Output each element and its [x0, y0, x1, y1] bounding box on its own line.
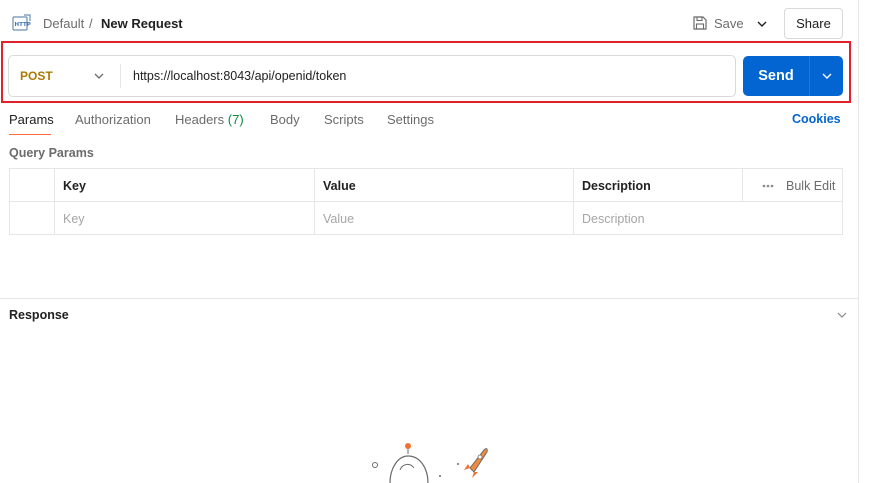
svg-text:HTTP: HTTP	[15, 22, 31, 28]
tab-body[interactable]: Body	[270, 112, 300, 127]
http-icon: HTTP	[12, 14, 31, 31]
chevron-down-icon	[94, 73, 104, 79]
collapse-chevron-icon[interactable]	[836, 309, 848, 321]
request-url-bar: POST https://localhost:8043/api/openid/t…	[8, 55, 736, 97]
row-checkbox-cell[interactable]	[10, 202, 54, 235]
tab-headers[interactable]: Headers (7)	[175, 112, 244, 127]
url-input[interactable]: https://localhost:8043/api/openid/token	[133, 56, 346, 96]
send-button[interactable]: Send	[743, 56, 809, 96]
column-header-key: Key	[63, 178, 86, 193]
param-key-input[interactable]: Key	[54, 202, 314, 235]
headers-count-badge: (7)	[227, 112, 244, 127]
column-header-value: Value	[323, 178, 356, 193]
send-button-group: Send	[743, 56, 843, 96]
chevron-down-icon	[822, 73, 831, 79]
column-header-description: Description	[582, 178, 651, 193]
save-button[interactable]: Save	[692, 10, 744, 36]
active-tab-indicator	[9, 134, 51, 135]
save-label: Save	[714, 15, 744, 31]
method-divider	[120, 64, 121, 88]
cookies-link[interactable]: Cookies	[792, 112, 841, 126]
method-label: POST	[20, 69, 53, 83]
response-divider[interactable]	[0, 298, 858, 299]
astronaut-rocket-illustration	[372, 443, 488, 483]
more-horizontal-icon	[762, 184, 774, 187]
table-header-row: Key Value Description Bulk Edit	[10, 169, 842, 202]
tab-params[interactable]: Params	[9, 112, 54, 127]
tab-headers-label: Headers	[175, 112, 225, 127]
request-title[interactable]: New Request	[101, 16, 183, 31]
response-title: Response	[9, 308, 69, 322]
share-button[interactable]: Share	[784, 8, 843, 39]
breadcrumb-separator: /	[89, 16, 93, 31]
param-description-input[interactable]: Description	[573, 202, 842, 235]
param-value-input[interactable]: Value	[314, 202, 573, 235]
panel-border	[858, 0, 859, 483]
request-header: HTTP Default / New Request Save Share	[0, 0, 858, 46]
tab-settings[interactable]: Settings	[387, 112, 434, 127]
send-options-button[interactable]	[810, 56, 843, 96]
bulk-edit-button[interactable]: Bulk Edit	[752, 169, 835, 202]
table-row: Key Value Description	[10, 202, 842, 235]
tab-authorization[interactable]: Authorization	[75, 112, 151, 127]
save-icon	[693, 16, 707, 30]
query-params-title: Query Params	[9, 146, 94, 160]
breadcrumb-parent[interactable]: Default	[43, 16, 84, 31]
query-params-table: Key Value Description Bulk Edit Key Valu…	[9, 168, 843, 235]
bulk-edit-label: Bulk Edit	[786, 178, 836, 193]
save-options-chevron-icon[interactable]	[752, 14, 772, 34]
tab-scripts[interactable]: Scripts	[324, 112, 364, 127]
